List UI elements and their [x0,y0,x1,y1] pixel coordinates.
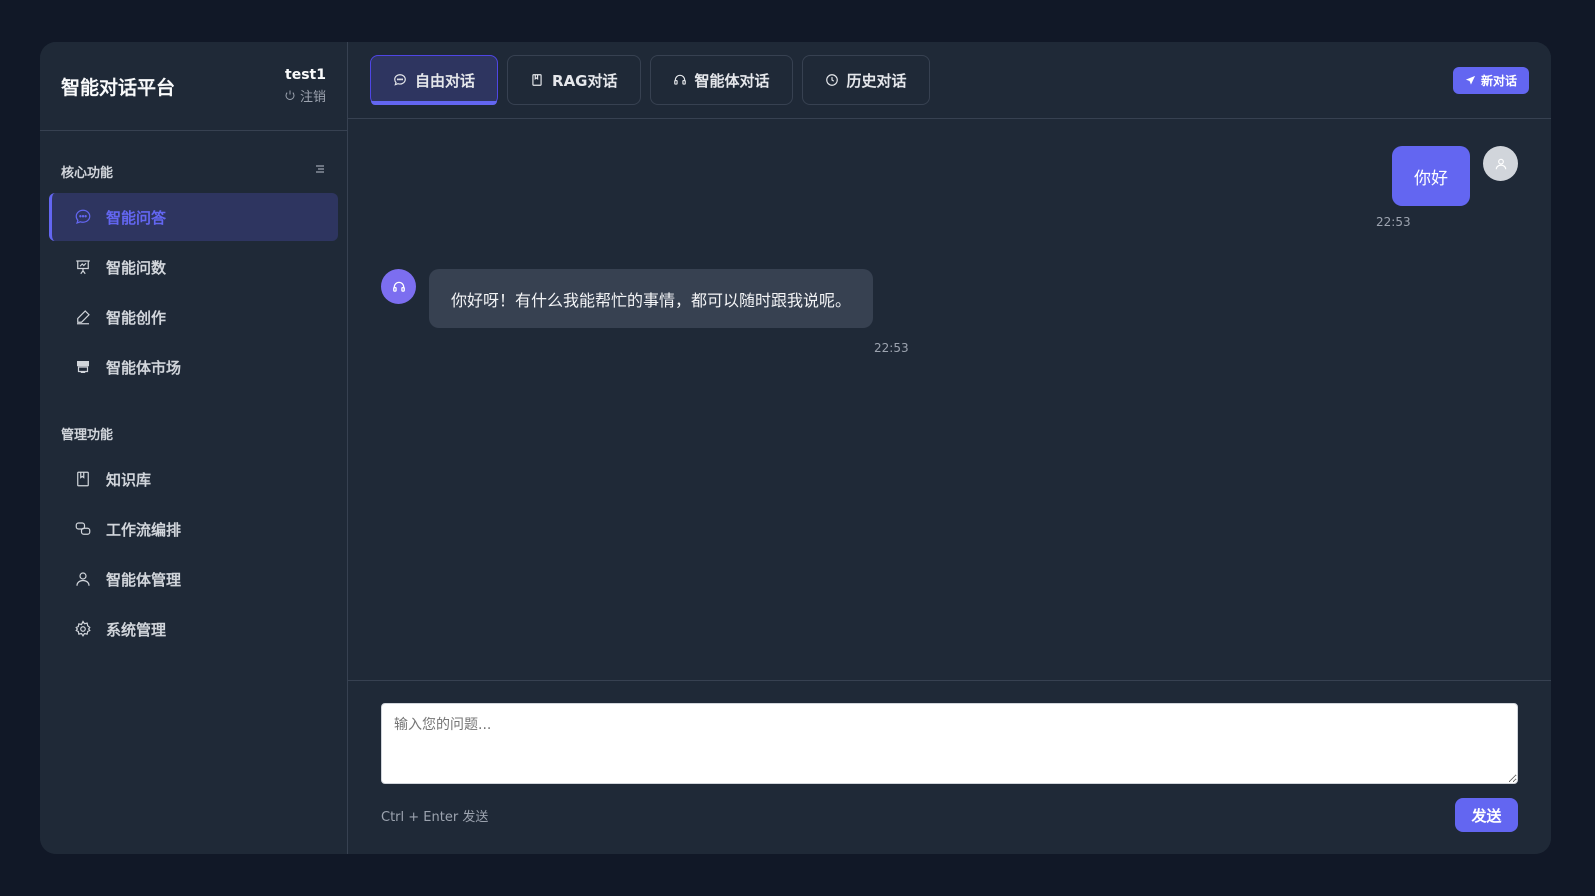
sidebar-item-label: 系统管理 [106,620,167,639]
user-icon [1495,158,1506,169]
brand-title: 智能对话平台 [61,76,176,99]
logout-label: 注销 [299,89,326,105]
tab-label: 自由对话 [415,71,476,90]
sidebar-item-label: 工作流编排 [106,520,182,539]
bot-message-bubble: 你好呀！有什么我能帮忙的事情，都可以随时跟我说呢。 [429,269,874,328]
bot-avatar [381,269,416,304]
main-panel: 自由对话 RAG对话 智能体对话 历史对话 新对话 你好 22:53 你好呀！有… [348,42,1551,854]
sidebar-item-smart-qa[interactable]: 智能问答 [49,193,338,241]
section-admin: 管理功能 [40,423,347,443]
new-chat-label: 新对话 [1480,73,1517,88]
power-icon [285,90,295,101]
sidebar-item-workflow[interactable]: 工作流编排 [49,505,338,553]
clock-icon [825,74,838,86]
question-input[interactable] [381,703,1518,784]
send-shortcut-hint: Ctrl + Enter 发送 [381,810,489,825]
sidebar-item-label: 智能体市场 [106,358,182,377]
section-core: 核心功能 [40,161,347,181]
gear-icon [74,620,92,638]
section-core-title: 核心功能 [61,165,114,181]
sidebar-item-label: 知识库 [106,470,152,489]
new-chat-button[interactable]: 新对话 [1452,66,1529,94]
sidebar: 智能对话平台 test1 注销 核心功能 智能问答 智能问数 智能创作 智能体市… [40,42,348,854]
user-box: test1 注销 [284,67,326,106]
sidebar-item-smart-writing[interactable]: 智能创作 [49,293,338,341]
sidebar-item-label: 智能问数 [106,258,167,277]
tab-label: 智能体对话 [694,71,770,90]
user-avatar [1483,146,1518,181]
sidebar-item-system-management[interactable]: 系统管理 [49,605,338,653]
send-button[interactable]: 发送 [1455,798,1518,832]
sidebar-item-label: 智能体管理 [106,570,182,589]
chat-icon [394,74,406,86]
tab-rag-chat[interactable]: RAG对话 [507,55,641,105]
logout-button[interactable]: 注销 [284,86,326,105]
sidebar-item-label: 智能问答 [106,208,167,227]
user-icon [74,570,92,588]
book-icon [532,74,542,86]
user-message-time: 22:53 [1376,215,1411,229]
sidebar-item-smart-data[interactable]: 智能问数 [49,243,338,291]
bot-message-time: 22:53 [874,341,909,355]
sidebar-header: 智能对话平台 test1 注销 [40,42,347,131]
section-admin-title: 管理功能 [61,427,114,443]
sidebar-item-knowledge-base[interactable]: 知识库 [49,455,338,503]
collapse-menu-icon[interactable] [314,163,326,179]
chat-tabs: 自由对话 RAG对话 智能体对话 历史对话 [370,55,930,105]
core-nav: 智能问答 智能问数 智能创作 智能体市场 [40,193,347,393]
username: test1 [285,66,326,83]
book-icon [74,470,92,488]
tab-free-chat[interactable]: 自由对话 [370,55,499,105]
pen-icon [74,308,92,326]
tab-agent-chat[interactable]: 智能体对话 [649,55,793,105]
store-icon [74,358,92,376]
headset-icon [673,74,686,85]
sidebar-item-label: 智能创作 [106,308,167,327]
tab-label: RAG对话 [552,71,618,90]
admin-nav: 知识库 工作流编排 智能体管理 系统管理 [40,455,347,655]
chat-area: 你好 22:53 你好呀！有什么我能帮忙的事情，都可以随时跟我说呢。 22:53 [348,119,1551,680]
workflow-icon [74,520,92,538]
chat-bubble-icon [74,208,92,226]
presentation-chart-icon [74,258,92,276]
user-message-bubble: 你好 [1392,146,1470,206]
sidebar-item-agent-management[interactable]: 智能体管理 [49,555,338,603]
tab-label: 历史对话 [846,71,907,90]
sidebar-item-agent-market[interactable]: 智能体市场 [49,343,338,391]
tab-history-chat[interactable]: 历史对话 [801,55,930,105]
app-window: 智能对话平台 test1 注销 核心功能 智能问答 智能问数 智能创作 智能体市… [40,42,1551,854]
composer: Ctrl + Enter 发送 发送 [348,680,1551,854]
headset-icon [392,281,405,292]
top-bar: 自由对话 RAG对话 智能体对话 历史对话 新对话 [348,42,1551,119]
send-plane-icon [1465,75,1476,85]
